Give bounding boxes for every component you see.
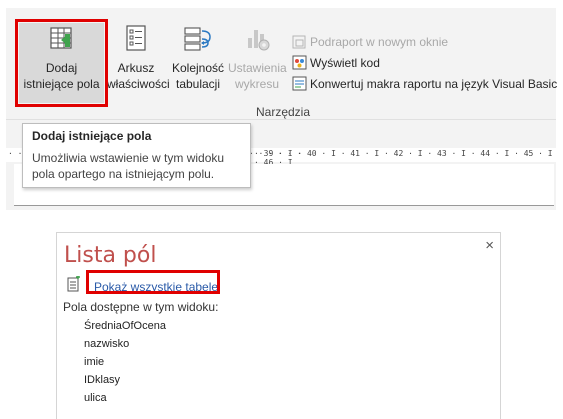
tooltip-body-line-1: Umożliwia wstawienie w tym widoku <box>32 151 225 165</box>
ribbon-design-tools: Dodaj istniejące pola Arkusz właściwości <box>6 8 557 120</box>
tab-order-button[interactable]: Kolejność tabulacji <box>169 16 227 92</box>
convert-macros-item[interactable]: Konwertuj makra raportu na język Visual … <box>291 73 557 94</box>
tooltip-title: Dodaj istniejące pola <box>32 129 152 143</box>
add-existing-fields-highlight <box>15 19 108 107</box>
field-list-title: Lista pól <box>64 243 157 268</box>
chart-settings-label-1: Ustawienia <box>228 61 287 75</box>
tab-order-label-2: tabulacji <box>175 77 221 91</box>
subreport-new-window-label: Podraport w nowym oknie <box>310 34 449 49</box>
tab-order-label-1: Kolejność <box>171 61 225 75</box>
show-all-tables-highlight <box>86 270 220 294</box>
tools-group-label: Narzędzia <box>256 105 311 119</box>
chart-settings-label-2: wykresu <box>234 77 279 91</box>
table-list-icon <box>67 275 81 297</box>
view-code-item[interactable]: Wyświetl kod <box>291 52 557 73</box>
tooltip-body-line-2: pola opartego na istniejącym polu. <box>32 167 215 181</box>
available-fields-list: ŚredniaOfOcena nazwisko imie IDklasy uli… <box>84 317 166 407</box>
field-item[interactable]: imie <box>84 353 166 371</box>
field-item[interactable]: nazwisko <box>84 335 166 353</box>
subreport-new-window-item: Podraport w nowym oknie <box>291 31 557 52</box>
fields-available-caption: Pola dostępne w tym widoku: <box>63 300 219 314</box>
field-item[interactable]: ulica <box>84 389 166 407</box>
convert-macros-icon <box>291 76 307 92</box>
property-sheet-icon <box>107 16 165 60</box>
field-list-pane: Lista pól × Pokaż wszystkie tabele Pola … <box>56 232 501 419</box>
close-icon[interactable]: × <box>485 237 494 254</box>
add-existing-fields-tooltip: Dodaj istniejące pola Umożliwia wstawien… <box>22 123 251 188</box>
view-code-icon <box>291 55 307 71</box>
tab-order-icon <box>169 16 227 60</box>
field-item[interactable]: ŚredniaOfOcena <box>84 317 166 335</box>
chart-settings-button: Ustawienia wykresu <box>228 16 287 92</box>
subreport-icon <box>291 34 307 50</box>
property-sheet-label-2: właściwości <box>107 77 170 91</box>
field-item[interactable]: IDklasy <box>84 371 166 389</box>
property-sheet-label-1: Arkusz <box>117 61 155 75</box>
tools-small-commands: Podraport w nowym oknie Wyświetl kod Kon… <box>291 31 557 94</box>
convert-macros-label: Konwertuj makra raportu na język Visual … <box>310 76 558 91</box>
chart-settings-icon <box>228 16 286 60</box>
property-sheet-button[interactable]: Arkusz właściwości <box>107 16 170 92</box>
view-code-label: Wyświetl kod <box>310 55 380 70</box>
